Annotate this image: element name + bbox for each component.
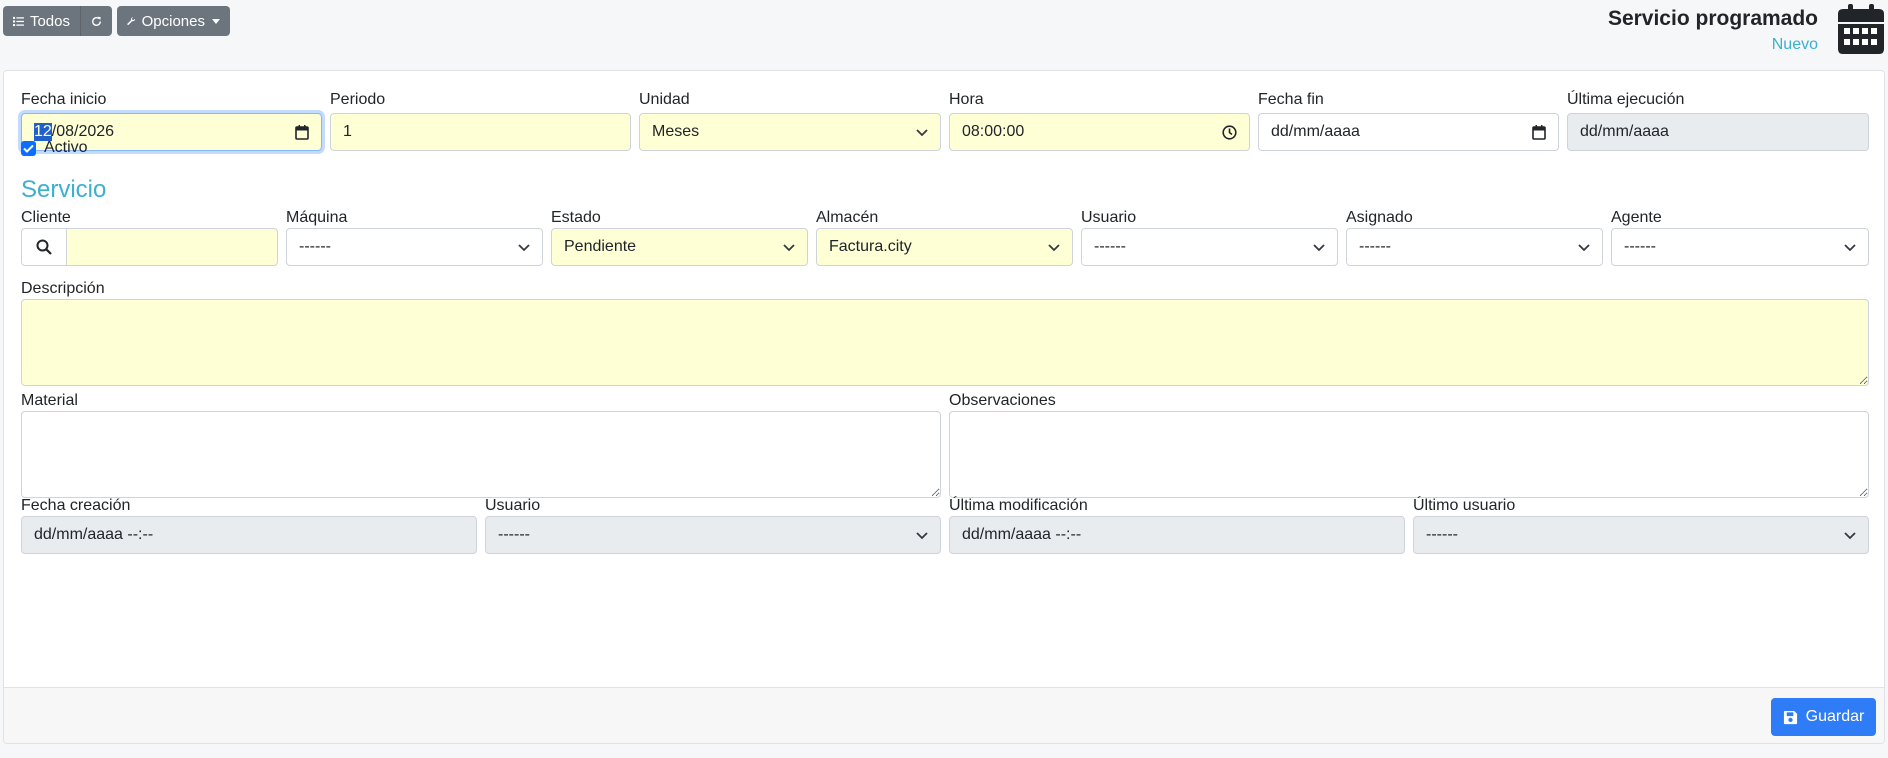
period-value: 1 — [343, 123, 352, 140]
modified-date-label: Última modificación — [949, 497, 1088, 514]
options-button-label: Opciones — [141, 12, 205, 30]
last-run-label: Última ejecución — [1567, 91, 1685, 108]
machine-select[interactable]: ------ — [286, 228, 543, 266]
created-date-input: dd/mm/aaaa --:-- — [21, 516, 477, 554]
top-toolbar: Todos Opciones Servicio programado Nuevo — [0, 0, 1888, 70]
page-header: Servicio programado Nuevo — [1608, 7, 1818, 54]
active-label[interactable]: Activo — [44, 139, 88, 157]
modified-date-value: dd/mm/aaaa --:-- — [962, 526, 1082, 543]
client-search-button[interactable] — [21, 228, 67, 266]
client-input[interactable] — [66, 228, 278, 266]
created-user-select: ------ — [485, 516, 941, 554]
machine-label: Máquina — [286, 209, 348, 226]
modified-user-select: ------ — [1413, 516, 1869, 554]
created-date-label: Fecha creación — [21, 497, 131, 514]
created-user-label: Usuario — [485, 497, 541, 514]
assigned-select[interactable]: ------ — [1346, 228, 1603, 266]
user-label: Usuario — [1081, 209, 1137, 226]
chevron-down-icon — [518, 244, 530, 252]
all-button[interactable]: Todos — [3, 6, 80, 36]
chevron-down-icon — [1844, 244, 1856, 252]
modified-date-input: dd/mm/aaaa --:-- — [949, 516, 1405, 554]
chevron-down-icon — [1048, 244, 1060, 252]
wrench-icon — [127, 17, 136, 25]
status-select[interactable]: Pendiente — [551, 228, 808, 266]
unit-select[interactable]: Meses — [639, 113, 941, 151]
modified-user-value: ------ — [1426, 526, 1458, 543]
save-button[interactable]: Guardar — [1771, 698, 1876, 736]
search-icon — [36, 239, 52, 255]
agent-select[interactable]: ------ — [1611, 228, 1869, 266]
last-run-input: dd/mm/aaaa — [1567, 113, 1869, 151]
created-user-value: ------ — [498, 526, 530, 543]
material-textarea[interactable] — [21, 411, 941, 498]
status-value: Pendiente — [564, 238, 637, 255]
modified-user-label: Último usuario — [1413, 497, 1516, 514]
material-label: Material — [21, 392, 78, 409]
chevron-down-icon — [916, 129, 928, 137]
user-select[interactable]: ------ — [1081, 228, 1338, 266]
time-label: Hora — [949, 91, 984, 108]
caret-down-icon — [212, 18, 220, 24]
description-textarea[interactable] — [21, 299, 1869, 386]
calendar-picker-icon[interactable] — [295, 125, 309, 140]
client-label: Cliente — [21, 209, 71, 226]
end-date-label: Fecha fin — [1258, 91, 1324, 108]
card-footer: Guardar — [4, 687, 1884, 743]
assigned-value: ------ — [1359, 238, 1391, 255]
refresh-icon — [92, 16, 101, 26]
unit-value: Meses — [652, 123, 700, 140]
description-label: Descripción — [21, 280, 105, 297]
time-value: 08:00:00 — [962, 123, 1025, 140]
unit-label: Unidad — [639, 91, 690, 108]
status-label: Estado — [551, 209, 601, 226]
toolbar-button-group: Todos Opciones — [3, 6, 230, 36]
page-subtitle: Nuevo — [1771, 36, 1818, 53]
chevron-down-icon — [916, 532, 928, 540]
warehouse-label: Almacén — [816, 209, 879, 226]
end-date-value: dd/mm/aaaa — [1271, 123, 1360, 140]
chevron-down-icon — [1578, 244, 1590, 252]
active-checkbox[interactable] — [21, 141, 36, 156]
save-icon — [1783, 710, 1797, 724]
chevron-down-icon — [1313, 244, 1325, 252]
refresh-button[interactable] — [80, 6, 112, 36]
options-dropdown-button[interactable]: Opciones — [117, 6, 230, 36]
created-date-value: dd/mm/aaaa --:-- — [34, 526, 154, 543]
last-run-value: dd/mm/aaaa — [1580, 123, 1669, 140]
warehouse-value: Factura.city — [829, 238, 912, 255]
list-icon — [13, 16, 24, 26]
chevron-down-icon — [1844, 532, 1856, 540]
user-value: ------ — [1094, 238, 1126, 255]
machine-value: ------ — [299, 238, 331, 255]
observations-label: Observaciones — [949, 392, 1056, 409]
period-label: Periodo — [330, 91, 386, 108]
end-date-input[interactable]: dd/mm/aaaa — [1258, 113, 1559, 151]
save-button-label: Guardar — [1805, 708, 1865, 725]
check-icon — [23, 144, 34, 153]
observations-textarea[interactable] — [949, 411, 1869, 498]
warehouse-select[interactable]: Factura.city — [816, 228, 1073, 266]
assigned-label: Asignado — [1346, 209, 1413, 226]
all-button-label: Todos — [29, 12, 70, 30]
start-date-label: Fecha inicio — [21, 91, 107, 108]
service-section-title: Servicio — [21, 176, 107, 203]
calendar-picker-icon[interactable] — [1532, 125, 1546, 140]
time-input[interactable]: 08:00:00 — [949, 113, 1250, 151]
agent-label: Agente — [1611, 209, 1662, 226]
page-title: Servicio programado — [1607, 7, 1818, 30]
calendar-icon — [1838, 4, 1884, 54]
edit-form-card: Fecha inicio Periodo Unidad Hora Fecha f… — [3, 70, 1885, 744]
clock-icon[interactable] — [1222, 125, 1237, 140]
chevron-down-icon — [783, 244, 795, 252]
agent-value: ------ — [1624, 238, 1656, 255]
period-input[interactable]: 1 — [330, 113, 631, 151]
